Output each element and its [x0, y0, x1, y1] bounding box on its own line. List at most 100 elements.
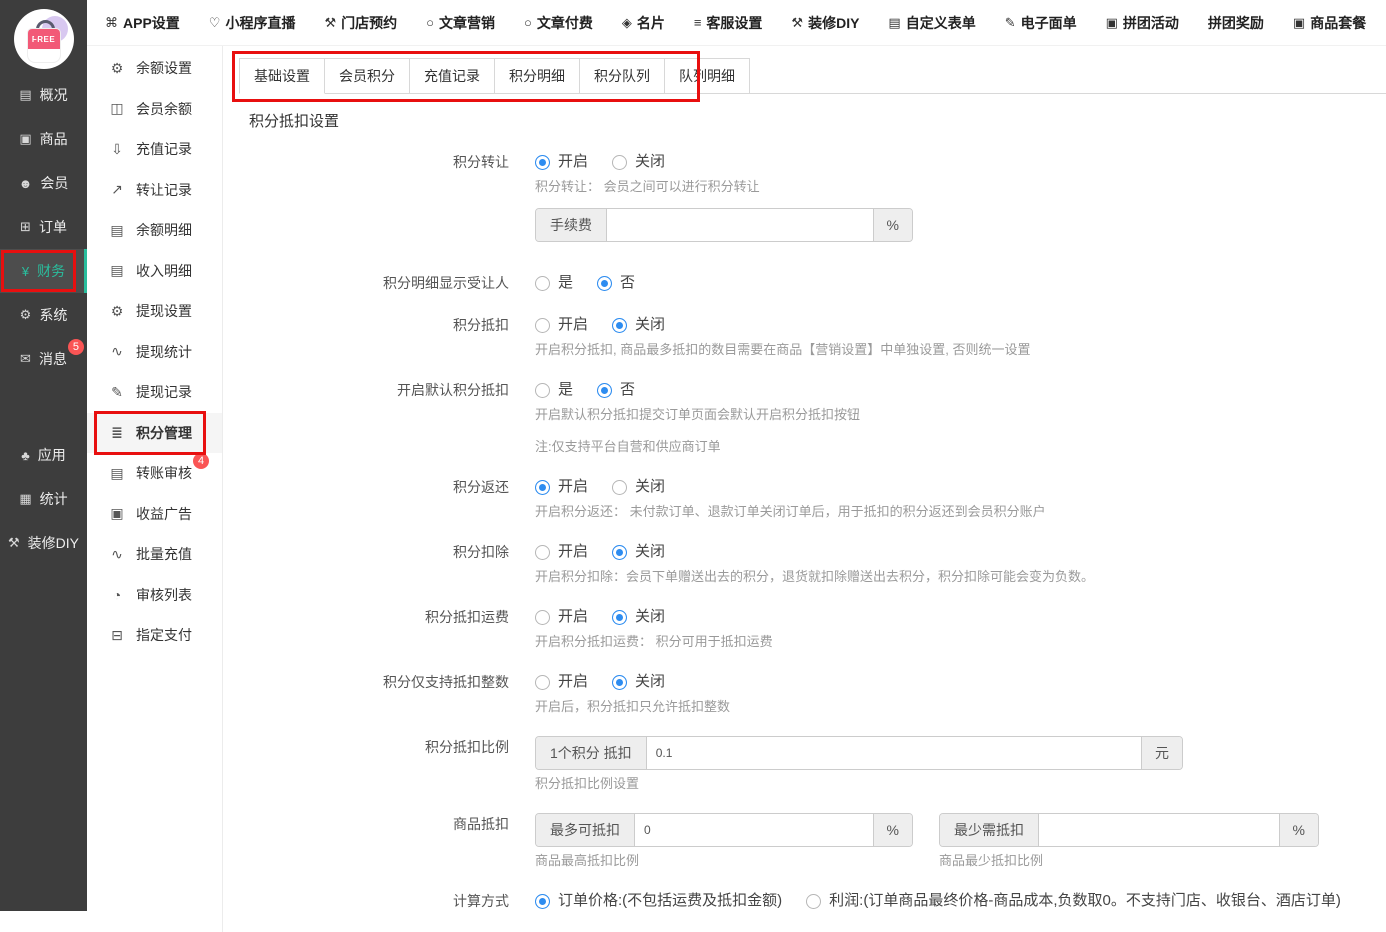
radio-option[interactable]: 关闭: [612, 151, 665, 173]
radio-option[interactable]: 否: [597, 272, 635, 294]
sidebar-item-会员[interactable]: ☻ 会员: [0, 161, 87, 205]
radio-option[interactable]: 开启: [535, 671, 588, 693]
submenu-item-余额设置[interactable]: ⚙ 余额设置: [87, 48, 222, 89]
sidebar-item-财务[interactable]: ¥ 财务: [0, 249, 87, 293]
radio-icon[interactable]: [612, 155, 627, 170]
submenu-item-收益广告[interactable]: ▣ 收益广告: [87, 494, 222, 535]
submenu-item-提现统计[interactable]: ∿ 提现统计: [87, 332, 222, 373]
submenu-item-审核列表[interactable]: ◔ 审核列表: [87, 575, 222, 616]
field-description: 商品最高抵扣比例: [535, 852, 913, 870]
radio-option[interactable]: 关闭: [612, 541, 665, 563]
submenu-item-余额明细[interactable]: ▤ 余额明细: [87, 210, 222, 251]
submenu-item-会员余额[interactable]: ◫ 会员余额: [87, 89, 222, 130]
topnav-item-拼团活动[interactable]: ▣ 拼团活动: [1106, 13, 1179, 33]
submenu-item-批量充值[interactable]: ∿ 批量充值: [87, 534, 222, 575]
radio-icon[interactable]: [535, 383, 550, 398]
sidebar-item-应用[interactable]: ♣ 应用: [0, 433, 87, 477]
radio-option-label: 订单价格:(不包括运费及抵扣金额): [558, 890, 782, 912]
submenu-item-收入明细[interactable]: ▤ 收入明细: [87, 251, 222, 292]
radio-icon[interactable]: [612, 675, 627, 690]
sidebar-item-概况[interactable]: ▤ 概况: [0, 73, 87, 117]
radio-icon[interactable]: [535, 894, 550, 909]
radio-icon[interactable]: [612, 610, 627, 625]
topnav-item-电子面单[interactable]: ✎ 电子面单: [1005, 13, 1077, 33]
sidebar-item-label: 消息5: [39, 349, 67, 369]
radio-option[interactable]: 订单价格:(不包括运费及抵扣金额): [535, 890, 782, 912]
radio-option[interactable]: 关闭: [612, 314, 665, 336]
topnav-item-拼团奖励[interactable]: 拼团奖励: [1208, 13, 1264, 33]
topnav-item-商品套餐[interactable]: ▣ 商品套餐: [1293, 13, 1366, 33]
tab-队列明细[interactable]: 队列明细: [665, 58, 750, 94]
radio-icon[interactable]: [597, 383, 612, 398]
topnav-item-客服设置[interactable]: ≡ 客服设置: [694, 13, 763, 33]
radio-icon[interactable]: [535, 318, 550, 333]
radio-icon[interactable]: [597, 276, 612, 291]
min-deduct-input[interactable]: [1039, 814, 1279, 846]
radio-option[interactable]: 关闭: [612, 606, 665, 628]
radio-option[interactable]: 开启: [535, 606, 588, 628]
tab-充值记录[interactable]: 充值记录: [410, 58, 495, 94]
radio-option[interactable]: 是: [535, 272, 573, 294]
topnav-item-装修DIY[interactable]: ⚒ 装修DIY: [791, 13, 859, 33]
radio-icon[interactable]: [535, 675, 550, 690]
radio-icon[interactable]: [535, 155, 550, 170]
radio-icon[interactable]: [806, 894, 821, 909]
apple-icon: ⌘: [105, 15, 118, 31]
max-deduct-input[interactable]: [635, 814, 873, 846]
radio-icon[interactable]: [535, 480, 550, 495]
submenu-item-提现设置[interactable]: ⚙ 提现设置: [87, 291, 222, 332]
tab-基础设置[interactable]: 基础设置: [239, 58, 325, 94]
radio-group: 开启 关闭: [535, 314, 1386, 336]
tab-会员积分[interactable]: 会员积分: [325, 58, 410, 94]
input-column: 手续费 %: [535, 208, 913, 242]
radio-icon[interactable]: [535, 545, 550, 560]
heart-icon: ♡: [209, 15, 221, 31]
topnav-item-自定义表单[interactable]: ▤ 自定义表单: [888, 13, 975, 33]
pen-icon: ✎: [109, 384, 125, 401]
app-logo[interactable]: FREE: [14, 9, 74, 69]
main-sidebar: FREE ▤ 概况 ▣ 商品 ☻ 会员 ⊞ 订单 ¥ 财务 ⚙ 系统 ✉ 消息5: [0, 0, 87, 911]
fee-input[interactable]: [607, 209, 873, 241]
topnav-item-APP设置[interactable]: ⌘ APP设置: [105, 13, 180, 33]
radio-icon[interactable]: [612, 318, 627, 333]
sidebar-item-商品[interactable]: ▣ 商品: [0, 117, 87, 161]
sidebar-item-系统[interactable]: ⚙ 系统: [0, 293, 87, 337]
radio-option[interactable]: 开启: [535, 314, 588, 336]
radio-option[interactable]: 开启: [535, 476, 588, 498]
radio-icon[interactable]: [535, 276, 550, 291]
radio-option[interactable]: 否: [597, 379, 635, 401]
submenu-item-label: 会员余额: [136, 99, 192, 119]
submenu-item-积分管理[interactable]: ≣ 积分管理: [87, 413, 222, 454]
input-suffix: %: [1279, 814, 1318, 846]
page-title: 积分抵扣设置: [249, 110, 1386, 131]
sidebar-item-装修DIY[interactable]: ⚒ 装修DIY: [0, 521, 87, 565]
submenu-item-指定支付[interactable]: ⊟ 指定支付: [87, 615, 222, 656]
deduct-ratio-input[interactable]: [647, 737, 1141, 769]
sidebar-item-消息[interactable]: ✉ 消息5: [0, 337, 87, 381]
goods-box-icon: ▣: [19, 131, 31, 147]
topnav-item-文章营销[interactable]: ○ 文章营销: [426, 13, 495, 33]
submenu-item-充值记录[interactable]: ⇩ 充值记录: [87, 129, 222, 170]
submenu-item-转账审核[interactable]: ▤ 转账审核4: [87, 453, 222, 494]
topnav-item-文章付费[interactable]: ○ 文章付费: [524, 13, 593, 33]
sidebar-item-订单[interactable]: ⊞ 订单: [0, 205, 87, 249]
tab-积分队列[interactable]: 积分队列: [580, 58, 665, 94]
topnav-item-门店预约[interactable]: ⚒ 门店预约: [324, 13, 397, 33]
radio-option[interactable]: 关闭: [612, 476, 665, 498]
topnav-item-小程序直播[interactable]: ♡ 小程序直播: [209, 13, 296, 33]
submenu-item-转让记录[interactable]: ↗ 转让记录: [87, 170, 222, 211]
radio-option[interactable]: 关闭: [612, 671, 665, 693]
radio-option[interactable]: 利润:(订单商品最终价格-商品成本,负数取0。不支持门店、收银台、酒店订单): [806, 890, 1341, 912]
radio-icon[interactable]: [612, 545, 627, 560]
radio-option[interactable]: 开启: [535, 151, 588, 173]
radio-icon[interactable]: [535, 610, 550, 625]
tab-积分明细[interactable]: 积分明细: [495, 58, 580, 94]
field-label: 积分扣除: [223, 541, 535, 586]
radio-icon[interactable]: [612, 480, 627, 495]
sidebar-item-统计[interactable]: ▦ 统计: [0, 477, 87, 521]
topnav-item-名片[interactable]: ◈ 名片: [622, 13, 665, 33]
radio-option[interactable]: 开启: [535, 541, 588, 563]
radio-option[interactable]: 是: [535, 379, 573, 401]
submenu-item-提现记录[interactable]: ✎ 提现记录: [87, 372, 222, 413]
topnav-item-label: 电子面单: [1021, 13, 1077, 33]
